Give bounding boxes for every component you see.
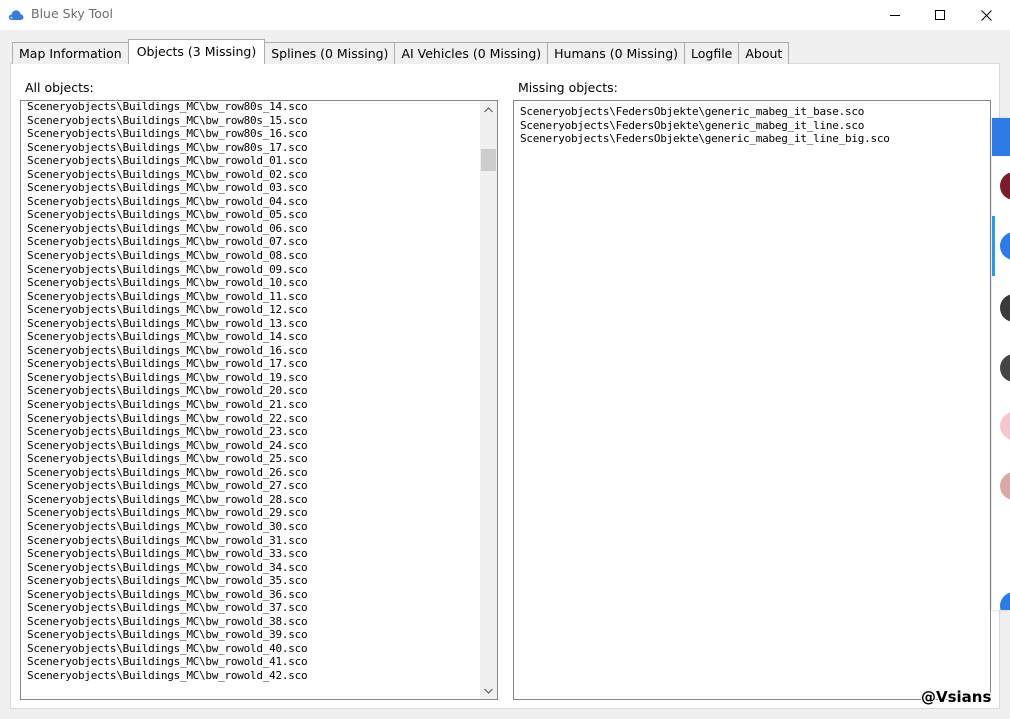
list-item[interactable]: Sceneryobjects\Buildings_MC\bw_rowold_06… bbox=[27, 222, 308, 236]
list-item[interactable]: Sceneryobjects\Buildings_MC\bw_rowold_27… bbox=[27, 479, 308, 493]
list-item[interactable]: Sceneryobjects\Buildings_MC\bw_rowold_22… bbox=[27, 412, 308, 426]
all-objects-listbox[interactable]: Sceneryobjects\Buildings_MC\bw_row80s_14… bbox=[20, 100, 498, 700]
list-item[interactable]: Sceneryobjects\Buildings_MC\bw_rowold_29… bbox=[27, 506, 308, 520]
missing-objects-label: Missing objects: bbox=[518, 80, 618, 95]
minimize-icon bbox=[890, 15, 900, 16]
contact-avatars-strip bbox=[992, 118, 1010, 610]
tab-splines-0-missing[interactable]: Splines (0 Missing) bbox=[264, 42, 396, 64]
list-item[interactable]: Sceneryobjects\Buildings_MC\bw_rowold_11… bbox=[27, 290, 308, 304]
window-title: Blue Sky Tool bbox=[31, 6, 114, 21]
list-item[interactable]: Sceneryobjects\Buildings_MC\bw_row80s_17… bbox=[27, 141, 308, 155]
list-item[interactable]: Sceneryobjects\Buildings_MC\bw_rowold_30… bbox=[27, 520, 308, 534]
list-item[interactable]: Sceneryobjects\Buildings_MC\bw_rowold_17… bbox=[27, 357, 308, 371]
list-item[interactable]: Sceneryobjects\Buildings_MC\bw_rowold_07… bbox=[27, 235, 308, 249]
list-item[interactable]: Sceneryobjects\Buildings_MC\bw_rowold_28… bbox=[27, 493, 308, 507]
list-item[interactable]: Sceneryobjects\Buildings_MC\bw_rowold_14… bbox=[27, 330, 308, 344]
missing-objects-list: Sceneryobjects\FedersObjekte\generic_mab… bbox=[520, 105, 890, 146]
tab-objects-3-missing[interactable]: Objects (3 Missing) bbox=[127, 39, 266, 64]
minimize-button[interactable] bbox=[872, 0, 918, 30]
chevron-down-icon bbox=[484, 688, 493, 694]
missing-objects-listbox[interactable]: Sceneryobjects\FedersObjekte\generic_mab… bbox=[513, 100, 991, 700]
list-item[interactable]: Sceneryobjects\Buildings_MC\bw_rowold_21… bbox=[27, 398, 308, 412]
list-item[interactable]: Sceneryobjects\Buildings_MC\bw_rowold_08… bbox=[27, 249, 308, 263]
list-item[interactable]: Sceneryobjects\Buildings_MC\bw_rowold_34… bbox=[27, 561, 308, 575]
list-item[interactable]: Sceneryobjects\Buildings_MC\bw_rowold_16… bbox=[27, 344, 308, 358]
list-item[interactable]: Sceneryobjects\Buildings_MC\bw_rowold_35… bbox=[27, 574, 308, 588]
all-objects-label: All objects: bbox=[25, 80, 94, 95]
list-item[interactable]: Sceneryobjects\Buildings_MC\bw_rowold_02… bbox=[27, 168, 308, 182]
list-item[interactable]: Sceneryobjects\Buildings_MC\bw_rowold_25… bbox=[27, 452, 308, 466]
objects-tab-panel: All objects: Missing objects: Sceneryobj… bbox=[10, 63, 1000, 709]
list-item[interactable]: Sceneryobjects\Buildings_MC\bw_rowold_36… bbox=[27, 588, 308, 602]
close-icon bbox=[980, 9, 992, 21]
maximize-button[interactable] bbox=[917, 0, 963, 30]
list-item[interactable]: Sceneryobjects\Buildings_MC\bw_rowold_03… bbox=[27, 181, 308, 195]
watermark: @Vsians bbox=[921, 688, 992, 706]
list-item[interactable]: Sceneryobjects\Buildings_MC\bw_rowold_01… bbox=[27, 154, 308, 168]
scroll-thumb[interactable] bbox=[481, 149, 496, 172]
list-item[interactable]: Sceneryobjects\Buildings_MC\bw_rowold_39… bbox=[27, 628, 308, 642]
list-item[interactable]: Sceneryobjects\Buildings_MC\bw_rowold_23… bbox=[27, 425, 308, 439]
list-item[interactable]: Sceneryobjects\Buildings_MC\bw_row80s_15… bbox=[27, 114, 308, 128]
tab-map-information[interactable]: Map Information bbox=[12, 42, 129, 64]
list-item[interactable]: Sceneryobjects\Buildings_MC\bw_rowold_10… bbox=[27, 276, 308, 290]
side-panel bbox=[992, 118, 1010, 610]
chevron-up-icon bbox=[484, 106, 493, 112]
missing-list-item[interactable]: Sceneryobjects\FedersObjekte\generic_mab… bbox=[520, 105, 890, 119]
list-item[interactable]: Sceneryobjects\Buildings_MC\bw_rowold_24… bbox=[27, 439, 308, 453]
tab-strip: Map Information Objects (3 Missing) Spline… bbox=[12, 39, 790, 64]
tab-logfile[interactable]: Logfile bbox=[684, 42, 740, 64]
title-bar[interactable]: Blue Sky Tool bbox=[0, 0, 1010, 30]
missing-list-item[interactable]: Sceneryobjects\FedersObjekte\generic_mab… bbox=[520, 119, 890, 133]
list-item[interactable]: Sceneryobjects\Buildings_MC\bw_rowold_04… bbox=[27, 195, 308, 209]
missing-list-item[interactable]: Sceneryobjects\FedersObjekte\generic_mab… bbox=[520, 132, 890, 146]
list-item[interactable]: Sceneryobjects\Buildings_MC\bw_rowold_31… bbox=[27, 534, 308, 548]
list-item[interactable]: Sceneryobjects\Buildings_MC\bw_row80s_14… bbox=[27, 101, 308, 114]
list-item[interactable]: Sceneryobjects\Buildings_MC\bw_rowold_12… bbox=[27, 303, 308, 317]
all-objects-list: Sceneryobjects\Buildings_MC\bw_row80s_14… bbox=[27, 101, 308, 683]
maximize-icon bbox=[935, 10, 945, 20]
scroll-down-button[interactable] bbox=[480, 682, 497, 699]
list-item[interactable]: Sceneryobjects\Buildings_MC\bw_rowold_37… bbox=[27, 601, 308, 615]
list-item[interactable]: Sceneryobjects\Buildings_MC\bw_rowold_41… bbox=[27, 655, 308, 669]
list-item[interactable]: Sceneryobjects\Buildings_MC\bw_rowold_13… bbox=[27, 317, 308, 331]
list-item[interactable]: Sceneryobjects\Buildings_MC\bw_rowold_42… bbox=[27, 669, 308, 683]
tab-humans-0-missing[interactable]: Humans (0 Missing) bbox=[547, 42, 685, 64]
list-item[interactable]: Sceneryobjects\Buildings_MC\bw_row80s_16… bbox=[27, 127, 308, 141]
close-button[interactable] bbox=[963, 0, 1009, 30]
tab-ai-vehicles-0-missing[interactable]: AI Vehicles (0 Missing) bbox=[394, 42, 549, 64]
tab-about[interactable]: About bbox=[738, 42, 790, 64]
list-item[interactable]: Sceneryobjects\Buildings_MC\bw_rowold_38… bbox=[27, 615, 308, 629]
list-item[interactable]: Sceneryobjects\Buildings_MC\bw_rowold_33… bbox=[27, 547, 308, 561]
list-item[interactable]: Sceneryobjects\Buildings_MC\bw_rowold_09… bbox=[27, 263, 308, 277]
list-item[interactable]: Sceneryobjects\Buildings_MC\bw_rowold_19… bbox=[27, 371, 308, 385]
list-item[interactable]: Sceneryobjects\Buildings_MC\bw_rowold_20… bbox=[27, 384, 308, 398]
list-item[interactable]: Sceneryobjects\Buildings_MC\bw_rowold_05… bbox=[27, 208, 308, 222]
scroll-up-button[interactable] bbox=[480, 101, 497, 118]
all-objects-scrollbar[interactable] bbox=[480, 101, 497, 699]
list-item[interactable]: Sceneryobjects\Buildings_MC\bw_rowold_26… bbox=[27, 466, 308, 480]
list-item[interactable]: Sceneryobjects\Buildings_MC\bw_rowold_40… bbox=[27, 642, 308, 656]
cloud-icon bbox=[8, 10, 24, 20]
